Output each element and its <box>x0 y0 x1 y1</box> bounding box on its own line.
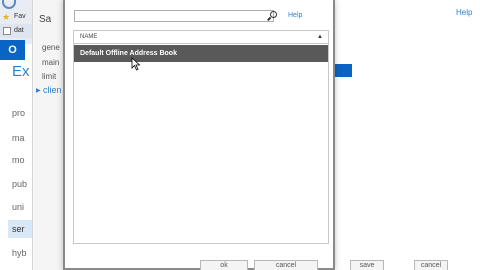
behind-properties-panel <box>32 0 64 270</box>
address-book-list: NAME ▲ Default Offline Address Book <box>73 30 329 244</box>
behind-item-limits[interactable]: limit <box>42 72 56 81</box>
browser-chrome: ★ Fav dat <box>0 0 34 44</box>
behind-right-panel <box>330 0 480 270</box>
ok-button[interactable]: ok <box>200 260 248 270</box>
chevron-right-icon: ▶ <box>36 88 41 94</box>
app-title: Ex <box>12 63 30 80</box>
sort-ascending-icon[interactable]: ▲ <box>317 31 323 44</box>
help-link[interactable]: Help <box>288 12 302 19</box>
browser-tab[interactable]: dat <box>0 24 34 38</box>
mouse-pointer-icon <box>131 57 141 71</box>
office-logo[interactable]: O <box>0 40 25 60</box>
page-icon <box>3 27 11 35</box>
behind-help-link[interactable]: Help <box>456 8 472 17</box>
favorites-bar[interactable]: ★ Fav <box>0 10 34 24</box>
list-item[interactable]: Default Offline Address Book <box>74 45 328 62</box>
behind-dialog-title: Sa <box>39 14 52 25</box>
save-button[interactable]: save <box>350 260 384 270</box>
behind-accent-bar <box>335 64 352 77</box>
column-header-label: NAME <box>80 34 98 40</box>
search-icon[interactable] <box>267 11 277 21</box>
behind-item-general[interactable]: gene <box>42 43 60 52</box>
behind-item-client-access[interactable]: clien <box>43 85 62 95</box>
behind-cancel-button[interactable]: cancel <box>414 260 448 270</box>
tab-label: dat <box>14 27 24 34</box>
column-header-name[interactable]: NAME ▲ <box>74 31 328 44</box>
cancel-button[interactable]: cancel <box>254 260 318 270</box>
select-address-book-dialog: Help NAME ▲ Default Offline Address Book… <box>63 0 335 270</box>
star-icon: ★ <box>2 12 11 22</box>
favorites-label: Fav <box>14 13 26 20</box>
back-icon[interactable] <box>2 0 16 9</box>
search-input[interactable] <box>74 10 274 22</box>
behind-item-maintenance[interactable]: main <box>42 58 59 67</box>
